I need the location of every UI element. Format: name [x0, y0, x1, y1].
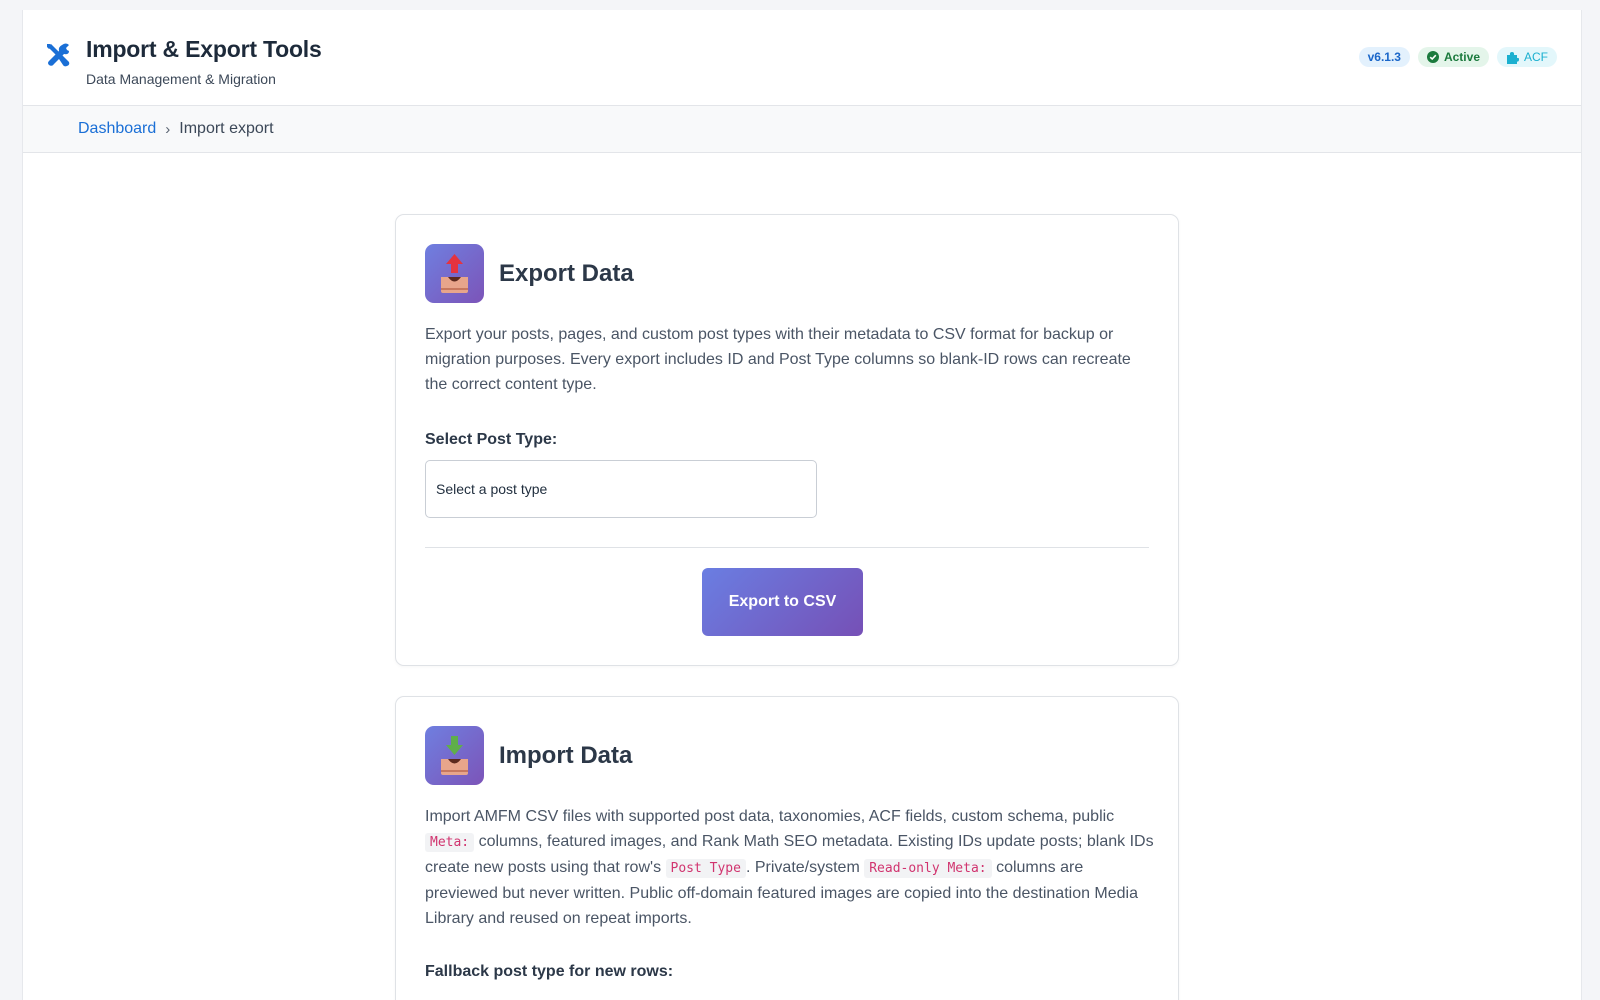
- app-frame: Import & Export Tools Data Management & …: [22, 10, 1582, 1000]
- breadcrumb: Dashboard › Import export: [23, 106, 1581, 153]
- post-type-select-value: Select a post type: [436, 481, 548, 497]
- app-title: Import & Export Tools: [86, 36, 322, 62]
- post-type-label: Select Post Type:: [425, 431, 558, 448]
- import-desc-part3: . Private/system: [745, 859, 865, 876]
- tools-icon: [47, 43, 70, 67]
- import-desc-part1: Import AMFM CSV files with supported pos…: [425, 808, 1115, 825]
- status-badge: Active: [1417, 47, 1489, 67]
- plugin-badge: ACF: [1497, 47, 1557, 67]
- breadcrumb-separator: ›: [165, 120, 171, 138]
- import-card-description: Import AMFM CSV files with supported pos…: [425, 804, 1155, 931]
- export-card-title: Export Data: [499, 260, 634, 287]
- header-badges: v6.1.3 Active ACF: [1358, 47, 1557, 67]
- status-badge-label: Active: [1443, 50, 1480, 64]
- export-card-description: Export your posts, pages, and custom pos…: [425, 326, 1131, 393]
- plugin-badge-label: ACF: [1524, 50, 1548, 64]
- app-subtitle: Data Management & Migration: [86, 71, 276, 87]
- puzzle-icon: [1507, 51, 1519, 64]
- import-card: Import Data Import AMFM CSV files with s…: [395, 696, 1179, 1000]
- version-badge-label: v6.1.3: [1367, 50, 1401, 64]
- import-card-title: Import Data: [499, 742, 633, 769]
- read-only-meta-code: Read-only Meta:: [864, 859, 992, 878]
- version-badge: v6.1.3: [1358, 47, 1410, 67]
- export-tray-icon: [425, 244, 484, 303]
- app-header: Import & Export Tools Data Management & …: [23, 10, 1581, 106]
- post-type-select[interactable]: Select a post type: [425, 460, 817, 518]
- breadcrumb-current: Import export: [179, 120, 274, 137]
- fallback-post-type-label: Fallback post type for new rows:: [425, 963, 674, 980]
- export-to-csv-button[interactable]: Export to CSV: [702, 568, 863, 636]
- breadcrumb-dashboard-link[interactable]: Dashboard: [78, 120, 156, 138]
- export-card: Export Data Export your posts, pages, an…: [395, 214, 1179, 666]
- meta-code: Meta:: [425, 833, 475, 852]
- export-divider: [425, 547, 1149, 548]
- check-circle-icon: [1426, 51, 1439, 63]
- post-type-code: Post Type: [665, 859, 746, 878]
- import-tray-icon: [425, 726, 484, 785]
